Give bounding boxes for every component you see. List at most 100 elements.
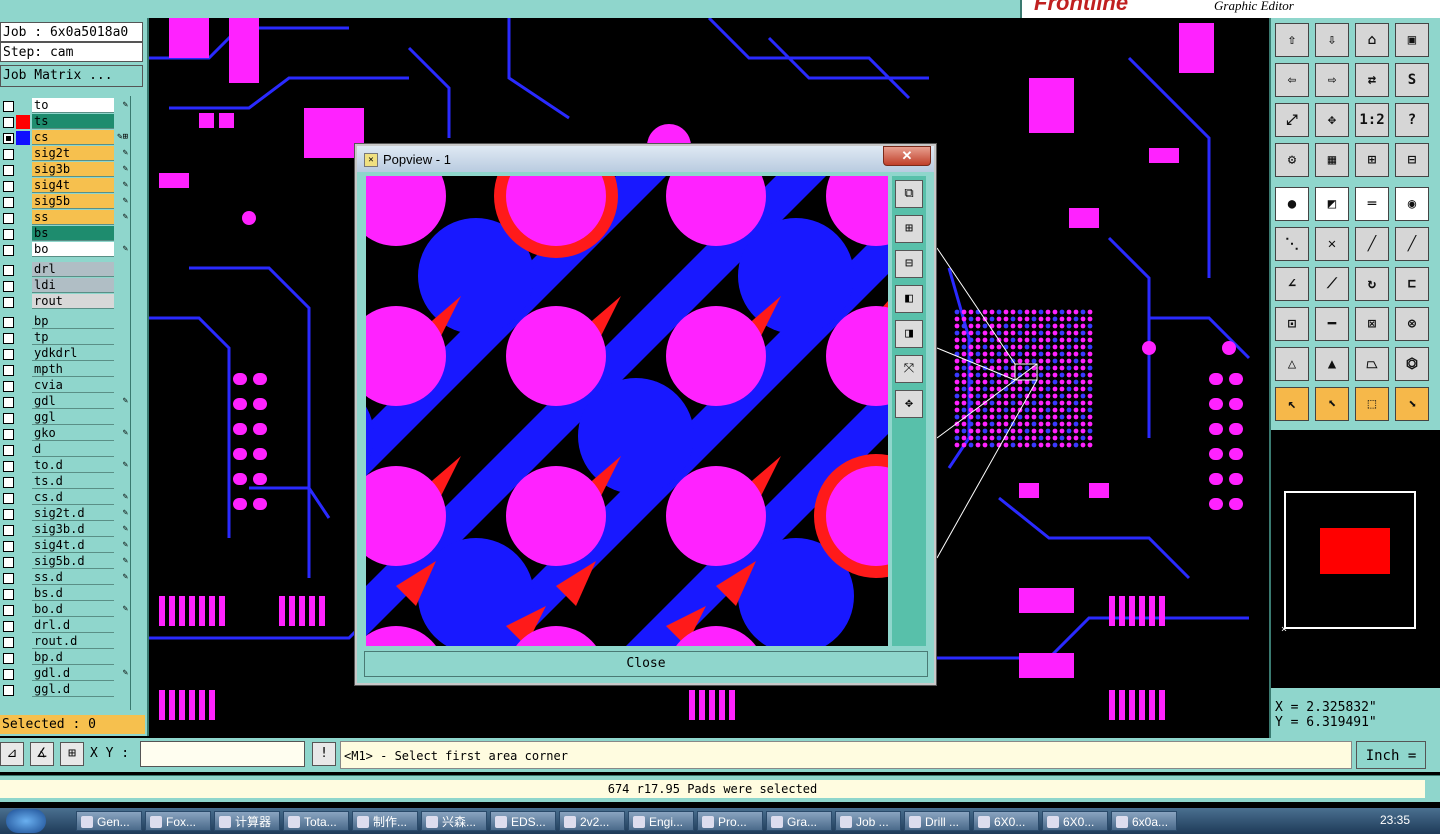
layer-name[interactable]: sig2t.d <box>32 506 114 521</box>
layer-checkbox[interactable] <box>3 445 14 456</box>
layer-row[interactable]: bo.d ✎ <box>0 602 130 618</box>
layer-name[interactable]: cvia <box>32 378 114 393</box>
layer-color-swatch[interactable] <box>16 315 30 329</box>
layer-checkbox[interactable] <box>3 349 14 360</box>
layer-color-swatch[interactable] <box>16 331 30 345</box>
layer-color-swatch[interactable] <box>16 115 30 129</box>
layer-name[interactable]: bp.d <box>32 650 114 665</box>
help-icon[interactable]: ? <box>1395 103 1429 137</box>
layer-color-swatch[interactable] <box>16 619 30 633</box>
layer-color-swatch[interactable] <box>16 571 30 585</box>
layer-name[interactable]: rout.d <box>32 634 114 649</box>
layer-row[interactable]: bp <box>0 314 130 330</box>
grid-icon[interactable]: ▦ <box>1315 143 1349 177</box>
layer-checkbox[interactable] <box>3 381 14 392</box>
taskbar-item[interactable]: 6x0a... <box>1111 811 1177 831</box>
circle-icon[interactable]: ◉ <box>1395 187 1429 221</box>
frame-icon[interactable]: ▣ <box>1395 23 1429 57</box>
layer-row[interactable]: drl <box>0 262 130 278</box>
taskbar-item[interactable]: EDS... <box>490 811 556 831</box>
layer-checkbox[interactable] <box>3 397 14 408</box>
layer-name[interactable]: bs <box>32 226 114 241</box>
layer-row[interactable]: bs.d <box>0 586 130 602</box>
layer-color-swatch[interactable] <box>16 683 30 697</box>
measure-mode-icon[interactable]: ⊿ <box>0 742 24 766</box>
layer-color-swatch[interactable] <box>16 263 30 277</box>
layer-name[interactable]: gdl <box>32 394 114 409</box>
layer-checkbox[interactable] <box>3 133 14 144</box>
layer-row[interactable]: to ✎ <box>0 98 130 114</box>
layer-name[interactable]: ydkdrl <box>32 346 114 361</box>
layer-row[interactable]: cs.d ✎ <box>0 490 130 506</box>
pad-icon[interactable]: ● <box>1275 187 1309 221</box>
layer-checkbox[interactable] <box>3 245 14 256</box>
taskbar-item[interactable]: Drill ... <box>904 811 970 831</box>
layer-checkbox[interactable] <box>3 605 14 616</box>
layer-color-swatch[interactable] <box>16 279 30 293</box>
layer-color-swatch[interactable] <box>16 539 30 553</box>
zoom-out-icon[interactable]: ⊟ <box>895 250 923 278</box>
diag-icon[interactable]: ⟋ <box>1315 267 1349 301</box>
layer-color-swatch[interactable] <box>16 603 30 617</box>
layer-name[interactable]: ggl <box>32 410 114 425</box>
popview-titlebar[interactable]: ✕ Popview - 1 ✕ <box>357 146 934 172</box>
swap-icon[interactable]: ⇄ <box>1355 63 1389 97</box>
pointer-icon[interactable]: ↖ <box>1275 387 1309 421</box>
layer-checkbox[interactable] <box>3 493 14 504</box>
layer-checkbox[interactable] <box>3 365 14 376</box>
layer-checkbox[interactable] <box>3 589 14 600</box>
layer-color-swatch[interactable] <box>16 491 30 505</box>
layer-name[interactable]: d <box>32 442 114 457</box>
layer-color-swatch[interactable] <box>16 243 30 257</box>
layer-checkbox[interactable] <box>3 525 14 536</box>
layer-row[interactable]: ss ✎ <box>0 210 130 226</box>
net-b-icon[interactable]: ⊟ <box>1395 143 1429 177</box>
layer-row[interactable]: d <box>0 442 130 458</box>
zoom-extents-icon[interactable]: ⤧ <box>895 355 923 383</box>
zoom-fit-icon[interactable]: ⧉ <box>895 180 923 208</box>
layer-checkbox[interactable] <box>3 197 14 208</box>
layer-row[interactable]: ts.d <box>0 474 130 490</box>
layer-row[interactable]: to.d ✎ <box>0 458 130 474</box>
layer-name[interactable]: sig5b.d <box>32 554 114 569</box>
layer-checkbox[interactable] <box>3 461 14 472</box>
layer-checkbox[interactable] <box>3 181 14 192</box>
taskbar-item[interactable]: Tota... <box>283 811 349 831</box>
start-button[interactable] <box>6 809 46 833</box>
layer-color-swatch[interactable] <box>16 227 30 241</box>
layer-checkbox[interactable] <box>3 557 14 568</box>
snap-icon[interactable]: ⚙ <box>1275 143 1309 177</box>
layer-row[interactable]: cvia <box>0 378 130 394</box>
layer-row[interactable]: sig2t.d ✎ <box>0 506 130 522</box>
layer-checkbox[interactable] <box>3 265 14 276</box>
taskbar-item[interactable]: 制作... <box>352 811 418 831</box>
layer-row[interactable]: ggl.d <box>0 682 130 698</box>
dim-icon[interactable]: ⊠ <box>1355 307 1389 341</box>
multi-icon[interactable]: ⊗ <box>1395 307 1429 341</box>
taskbar-item[interactable]: Gra... <box>766 811 832 831</box>
layer-checkbox[interactable] <box>3 317 14 328</box>
layer-color-swatch[interactable] <box>16 443 30 457</box>
pan-all-icon[interactable]: ✥ <box>895 390 923 418</box>
layer-name[interactable]: rout <box>32 294 114 309</box>
tri-c-icon[interactable]: ⏢ <box>1355 347 1389 381</box>
layer-row[interactable]: gdl ✎ <box>0 394 130 410</box>
layer-checkbox[interactable] <box>3 509 14 520</box>
layer-row[interactable]: gdl.d ✎ <box>0 666 130 682</box>
right-icon[interactable]: ⇨ <box>1315 63 1349 97</box>
layer-color-swatch[interactable] <box>16 211 30 225</box>
layer-color-swatch[interactable] <box>16 507 30 521</box>
grid-mode-icon[interactable]: ⊞ <box>60 742 84 766</box>
layer-name[interactable]: tp <box>32 330 114 345</box>
ruler-icon[interactable]: ═ <box>1355 187 1389 221</box>
layer-color-swatch[interactable] <box>16 635 30 649</box>
layer-name[interactable]: ss <box>32 210 114 225</box>
layer-row[interactable]: sig5b.d ✎ <box>0 554 130 570</box>
pan-left-icon[interactable]: ◧ <box>895 285 923 313</box>
layer-color-swatch[interactable] <box>16 651 30 665</box>
layer-color-swatch[interactable] <box>16 475 30 489</box>
select-icon[interactable]: ⬉ <box>1315 387 1349 421</box>
layer-checkbox[interactable] <box>3 117 14 128</box>
layer-checkbox[interactable] <box>3 333 14 344</box>
layer-checkbox[interactable] <box>3 213 14 224</box>
